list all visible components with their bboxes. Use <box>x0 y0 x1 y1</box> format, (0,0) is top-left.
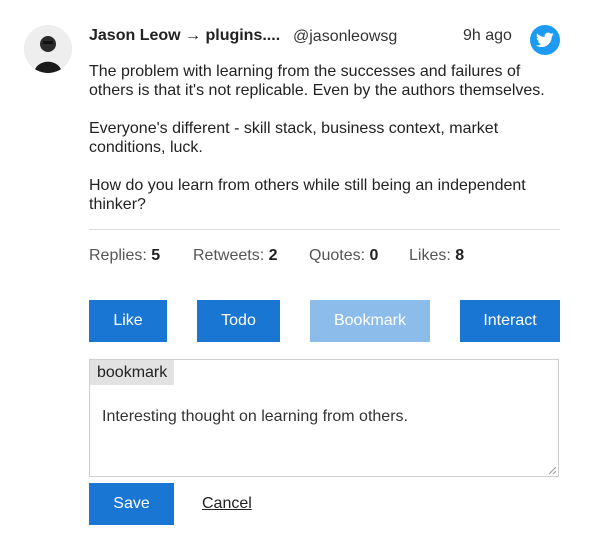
stat-label: Retweets: <box>193 247 265 264</box>
stat-retweets: Retweets: 2 <box>193 247 278 265</box>
stat-value: 8 <box>455 247 465 264</box>
tweet-paragraph: The problem with learning from the succe… <box>89 63 545 99</box>
resize-handle-icon[interactable] <box>548 466 557 475</box>
profile-photo <box>24 25 72 73</box>
avatar <box>24 25 72 73</box>
author-handle[interactable]: @jasonleowsg <box>293 28 397 46</box>
author-name[interactable]: Jason Leow → plugins.... <box>89 27 280 45</box>
save-button[interactable]: Save <box>89 483 174 525</box>
note-label: bookmark <box>90 360 175 385</box>
tweet-body: The problem with learning from the succe… <box>89 62 549 233</box>
stat-value: 2 <box>268 247 278 264</box>
bookmark-button[interactable]: Bookmark <box>310 300 430 342</box>
note-textarea[interactable]: bookmark Interesting thought on learning… <box>89 359 559 477</box>
todo-button[interactable]: Todo <box>197 300 280 342</box>
tweet-time[interactable]: 9h ago <box>463 27 512 45</box>
stat-label: Quotes: <box>309 247 366 264</box>
stat-label: Likes: <box>409 247 451 264</box>
tweet-paragraph: Everyone's different - skill stack, busi… <box>89 120 499 156</box>
stat-value: 5 <box>151 247 161 264</box>
tweet-paragraph: How do you learn from others while still… <box>89 177 526 213</box>
divider <box>89 229 560 230</box>
twitter-bird-icon[interactable] <box>530 25 560 55</box>
note-text[interactable]: Interesting thought on learning from oth… <box>102 408 408 426</box>
like-button[interactable]: Like <box>89 300 167 342</box>
cancel-link[interactable]: Cancel <box>202 495 252 513</box>
stat-quotes: Quotes: 0 <box>309 247 378 265</box>
stat-likes: Likes: 8 <box>409 247 464 265</box>
tweet-header: Jason Leow → plugins.... @jasonleowsg 9h… <box>89 25 560 55</box>
stat-label: Replies: <box>89 247 147 264</box>
stat-replies: Replies: 5 <box>89 247 160 265</box>
stat-value: 0 <box>369 247 379 264</box>
interact-button[interactable]: Interact <box>460 300 560 342</box>
